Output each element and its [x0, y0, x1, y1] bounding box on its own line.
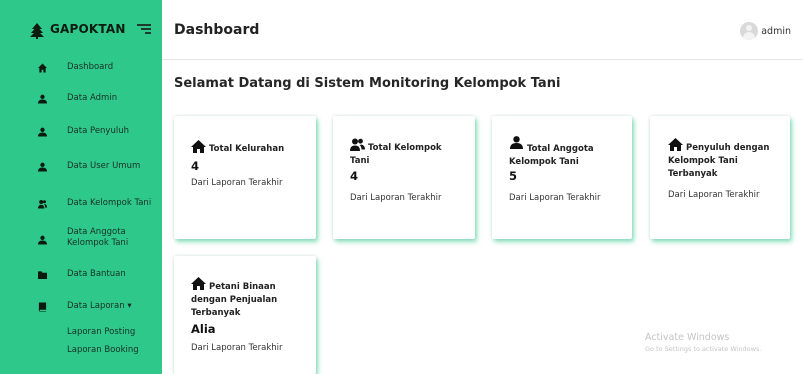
stat-card-penyuluh-terbanyak: Penyuluh dengan Kelompok Tani Terbanyak …: [650, 116, 790, 239]
folder-icon: [38, 271, 47, 280]
card-title: Penyuluh dengan Kelompok Tani Terbanyak: [668, 143, 770, 179]
card-title: Total Kelurahan: [209, 144, 285, 154]
brand-title: GAPOKTAN: [50, 22, 126, 36]
chevron-down-icon: ▾: [127, 301, 132, 311]
stat-card-total-kelurahan: Total Kelurahan 4 Dari Laporan Terakhir: [174, 116, 316, 239]
brand: GAPOKTAN: [0, 0, 162, 60]
card-subtitle: Dari Laporan Terakhir: [191, 178, 283, 188]
sidebar-item-data-bantuan[interactable]: Data Bantuan: [0, 263, 162, 289]
card-title: Total Kelompok Tani: [350, 143, 442, 166]
page-title: Dashboard: [174, 22, 260, 38]
sidebar-item-label: Data Laporan ▾: [67, 301, 132, 311]
user-icon: [38, 162, 47, 172]
sidebar-subitem-laporan-posting[interactable]: Laporan Posting: [67, 327, 135, 337]
sidebar-item-data-admin[interactable]: Data Admin: [0, 87, 162, 113]
welcome-heading: Selamat Datang di Sistem Monitoring Kelo…: [174, 76, 561, 91]
watermark-line-2: Go to Settings to activate Windows.: [645, 345, 762, 353]
card-subtitle: Dari Laporan Terakhir: [668, 190, 760, 200]
user-icon: [38, 94, 47, 104]
book-icon: [38, 302, 47, 312]
tree-icon: [30, 23, 44, 39]
card-subtitle: Dari Laporan Terakhir: [350, 193, 442, 203]
app: GAPOKTAN Dashboard Data Admin Data Penyu…: [0, 0, 803, 374]
sidebar-item-label: Dashboard: [67, 62, 114, 72]
home-icon: [191, 140, 206, 153]
card-title: Total Anggota Kelompok Tani: [509, 144, 594, 167]
home-icon: [38, 63, 47, 73]
sidebar-item-data-laporan[interactable]: Data Laporan ▾: [0, 295, 162, 321]
watermark-line-1: Activate Windows: [645, 332, 730, 343]
sidebar-item-label: Data Penyuluh: [67, 126, 129, 136]
stat-card-total-kelompok-tani: Total Kelompok Tani 4 Dari Laporan Terak…: [333, 116, 475, 239]
sidebar: GAPOKTAN Dashboard Data Admin Data Penyu…: [0, 0, 162, 374]
user-menu[interactable]: admin: [740, 22, 791, 40]
sidebar-subitem-laporan-booking[interactable]: Laporan Booking: [67, 345, 139, 355]
stat-card-petani-binaan-terbanyak: Petani Binaan dengan Penjualan Terbanyak…: [174, 256, 316, 374]
sidebar-item-data-anggota-kelompok-tani[interactable]: Data Anggota Kelompok Tani: [0, 226, 162, 252]
users-icon: [38, 200, 47, 209]
card-subtitle: Dari Laporan Terakhir: [509, 193, 601, 203]
card-value: 5: [509, 169, 518, 183]
card-value: 4: [350, 169, 359, 183]
sidebar-item-label: Data Kelompok Tani: [67, 198, 152, 208]
card-title: Petani Binaan dengan Penjualan Terbanyak: [191, 282, 278, 318]
menu-toggle-button[interactable]: [137, 24, 151, 36]
sidebar-item-data-kelompok-tani[interactable]: Data Kelompok Tani: [0, 192, 162, 218]
sidebar-item-dashboard[interactable]: Dashboard: [0, 56, 162, 82]
card-subtitle: Dari Laporan Terakhir: [191, 343, 283, 353]
sidebar-item-label: Data Bantuan: [67, 269, 126, 279]
sidebar-item-label: Data Anggota Kelompok Tani: [67, 227, 129, 248]
sidebar-item-label: Data Admin: [67, 93, 118, 103]
avatar: [740, 22, 759, 40]
activate-windows-watermark: Activate Windows Go to Settings to activ…: [645, 332, 761, 353]
user-icon: [38, 127, 47, 137]
username: admin: [761, 25, 791, 37]
header: Dashboard admin: [162, 0, 803, 60]
sidebar-item-data-penyuluh[interactable]: Data Penyuluh: [0, 120, 162, 146]
user-icon: [38, 235, 47, 245]
sidebar-item-data-user-umum[interactable]: Data User Umum: [0, 155, 162, 181]
card-value: Alia: [191, 322, 216, 336]
card-value: 4: [191, 159, 200, 173]
sidebar-item-label: Data User Umum: [67, 161, 141, 171]
stat-card-total-anggota-kelompok-tani: Total Anggota Kelompok Tani 5 Dari Lapor…: [492, 116, 632, 239]
